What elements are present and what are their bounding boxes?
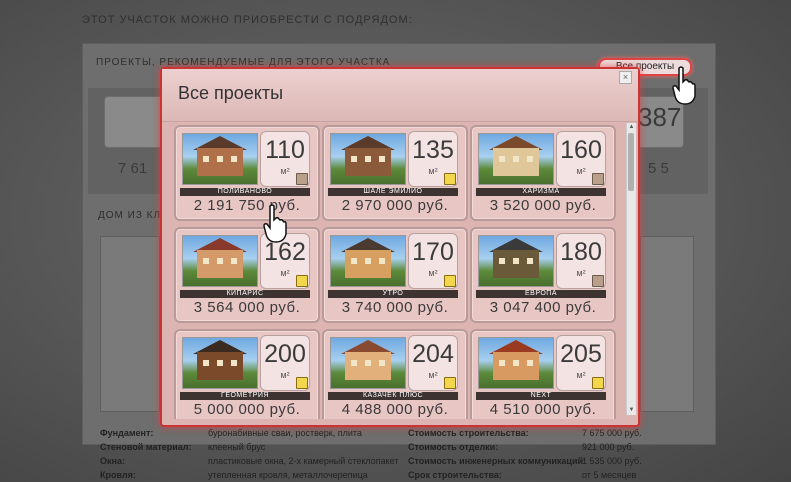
project-price: 3 564 000 руб. [193, 299, 301, 316]
spec-value: буронабивные сваи, ростверк, плита [208, 428, 362, 438]
project-thumbnail[interactable] [330, 133, 406, 185]
project-name: ГЕОМЕТРИЯ [180, 392, 310, 400]
project-card-polivanovo[interactable]: 110 м² ПОЛИВАНОВО 2 191 750 руб. [174, 125, 320, 221]
area-badge: 135 м² [408, 131, 458, 187]
project-name: УТРО [328, 290, 458, 298]
project-thumbnail[interactable] [182, 337, 258, 389]
spec-value: утепленная кровля, металлочерепица [208, 470, 368, 480]
project-card-evropa[interactable]: 180 м² ЕВРОПА 3 047 400 руб. [470, 227, 616, 323]
project-price: 3 520 000 руб. [489, 197, 597, 214]
project-card-kazachek-plus[interactable]: 204 м² КАЗАЧЕК ПЛЮС 4 488 000 руб. [322, 329, 468, 419]
project-price: 3 047 400 руб. [489, 299, 597, 316]
project-card-utro[interactable]: 170 м² УТРО 3 740 000 руб. [322, 227, 468, 323]
area-value: 200 [264, 340, 306, 368]
project-thumbnail[interactable] [330, 235, 406, 287]
hand-cursor-icon [263, 204, 287, 243]
all-projects-modal: Все проекты × 110 м² ПОЛИВАНОВО 2 191 750… [160, 67, 640, 427]
timber-material-icon [592, 377, 604, 389]
scroll-up-icon[interactable]: ▲ [627, 123, 636, 132]
area-badge: 110 м² [260, 131, 310, 187]
project-price: 4 488 000 руб. [341, 401, 449, 418]
project-price: 4 510 000 руб. [489, 401, 597, 418]
area-badge: 204 м² [408, 335, 458, 391]
area-value: 204 [412, 340, 454, 368]
project-thumbnail[interactable] [478, 235, 554, 287]
timber-material-icon [444, 275, 456, 287]
cost-value: 1 535 000 руб. [582, 456, 642, 466]
background-heading: ЭТОТ УЧАСТОК МОЖНО ПРИОБРЕСТИ С ПОДРЯДОМ… [82, 14, 413, 26]
area-value: 205 [560, 340, 602, 368]
project-thumbnail[interactable] [182, 235, 258, 287]
scrollbar-thumb[interactable] [628, 133, 634, 191]
spec-label: Окна: [100, 456, 125, 466]
project-name: NEXT [476, 392, 606, 400]
area-value: 110 [265, 136, 305, 164]
project-thumbnail[interactable] [182, 133, 258, 185]
area-value: 180 [560, 238, 602, 266]
project-card-geometriya[interactable]: 200 м² ГЕОМЕТРИЯ 5 000 000 руб. [174, 329, 320, 419]
area-value: 135 [412, 136, 454, 164]
project-price: 2 191 750 руб. [193, 197, 301, 214]
modal-title: Все проекты [178, 83, 284, 103]
close-icon[interactable]: × [619, 71, 632, 84]
modal-scrollbar[interactable]: ▲ ▼ [626, 123, 636, 415]
stone-material-icon [296, 173, 308, 185]
area-badge: 180 м² [556, 233, 606, 289]
cost-value: 921 000 руб. [582, 442, 635, 452]
project-name: ХАРИЗМА [476, 188, 606, 196]
area-badge: 160 м² [556, 131, 606, 187]
spec-label: Кровля: [100, 470, 136, 480]
timber-material-icon [444, 377, 456, 389]
bg-area-right-num: 387 [638, 102, 682, 132]
project-name: ЕВРОПА [476, 290, 606, 298]
bg-floorplan-image [640, 236, 694, 412]
project-price: 3 740 000 руб. [341, 299, 449, 316]
timber-material-icon [296, 275, 308, 287]
area-badge: 205 м² [556, 335, 606, 391]
spec-value: пластиковые окна, 2-х камерный стеклопак… [208, 456, 399, 466]
spec-value: клееный брус [208, 442, 266, 452]
projects-grid: 110 м² ПОЛИВАНОВО 2 191 750 руб. 135 м² ША… [168, 123, 624, 419]
project-price: 2 970 000 руб. [341, 197, 449, 214]
cost-value: 7 675 000 руб. [582, 428, 642, 438]
project-name: КИПАРИС [180, 290, 310, 298]
project-card-kiparis[interactable]: 162 м² КИПАРИС 3 564 000 руб. [174, 227, 320, 323]
modal-header: Все проекты × [162, 69, 638, 122]
area-value: 160 [560, 136, 602, 164]
project-price: 5 000 000 руб. [193, 401, 301, 418]
stone-material-icon [592, 275, 604, 287]
bg-price-left: 7 61 [118, 160, 148, 177]
timber-material-icon [296, 377, 308, 389]
cost-label: Срок строительства: [408, 470, 502, 480]
project-thumbnail[interactable] [478, 337, 554, 389]
cost-label: Стоимость отделки: [408, 442, 499, 452]
cost-label: Стоимость инженерных коммуникаций: [408, 456, 587, 466]
bg-house-image [100, 236, 160, 412]
bg-price-right: 5 5 [648, 160, 669, 177]
area-value: 170 [412, 238, 454, 266]
project-thumbnail[interactable] [478, 133, 554, 185]
timber-material-icon [444, 173, 456, 185]
scroll-down-icon[interactable]: ▼ [627, 406, 636, 415]
project-name: ШАЛЕ ЭМИЛИО [328, 188, 458, 196]
background-section-title: ДОМ ИЗ КЛ [98, 210, 162, 221]
project-card-shale-emilio[interactable]: 135 м² ШАЛЕ ЭМИЛИО 2 970 000 руб. [322, 125, 468, 221]
project-name: КАЗАЧЕК ПЛЮС [328, 392, 458, 400]
area-badge: 200 м² [260, 335, 310, 391]
hand-cursor-icon [672, 66, 696, 105]
project-name: ПОЛИВАНОВО [180, 188, 310, 196]
cost-label: Стоимость строительства: [408, 428, 529, 438]
project-card-next[interactable]: 205 м² NEXT 4 510 000 руб. [470, 329, 616, 419]
project-card-harizma[interactable]: 160 м² ХАРИЗМА 3 520 000 руб. [470, 125, 616, 221]
stone-material-icon [592, 173, 604, 185]
cost-value: от 5 месяцев [582, 470, 637, 480]
project-thumbnail[interactable] [330, 337, 406, 389]
area-badge: 170 м² [408, 233, 458, 289]
spec-label: Стеновой материал: [100, 442, 192, 452]
spec-label: Фундамент: [100, 428, 154, 438]
